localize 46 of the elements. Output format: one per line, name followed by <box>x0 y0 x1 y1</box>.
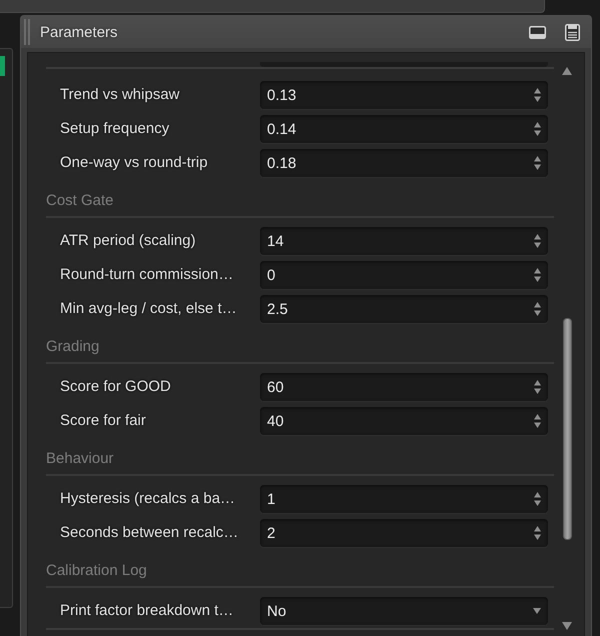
section-header: Cost Gate <box>46 192 114 209</box>
up-down-arrows-icon[interactable] <box>534 156 541 170</box>
section-header: Calibration Log <box>46 562 147 579</box>
panel-title: Parameters <box>40 24 118 40</box>
up-down-arrows-icon[interactable] <box>534 414 541 428</box>
input-field[interactable] <box>260 62 548 67</box>
field-label: Trend vs whipsaw <box>60 86 180 104</box>
field-label: Round-turn commission… <box>60 266 234 284</box>
number-field[interactable]: 0.14 <box>260 115 548 143</box>
field-label: Print factor breakdown t… <box>60 602 234 620</box>
number-field[interactable]: 0 <box>260 261 548 289</box>
caret-icon[interactable] <box>533 608 541 614</box>
field-label: One-way vs round-trip <box>60 154 208 172</box>
up-down-arrows-icon[interactable] <box>534 380 541 394</box>
up-down-arrows-icon[interactable] <box>534 234 541 248</box>
window-icon[interactable] <box>529 26 546 38</box>
field-label: Hysteresis (recalcs a ba… <box>60 490 236 508</box>
number-field[interactable]: 1 <box>260 485 548 513</box>
up-down-arrows-icon[interactable] <box>534 122 541 136</box>
up-down-arrows-icon[interactable] <box>534 268 541 282</box>
number-field[interactable]: 60 <box>260 373 548 401</box>
field-label: Score for GOOD <box>60 378 171 396</box>
number-field[interactable]: 14 <box>260 227 548 255</box>
field-label: Setup frequency <box>60 120 170 138</box>
up-down-arrows-icon[interactable] <box>534 526 541 540</box>
number-field[interactable]: 2 <box>260 519 548 547</box>
save-icon[interactable] <box>565 24 580 40</box>
field-label: ATR period (scaling) <box>60 232 196 250</box>
up-down-arrows-icon[interactable] <box>534 302 541 316</box>
dropdown[interactable]: No <box>260 597 548 625</box>
scrollbar-thumb[interactable] <box>562 318 572 540</box>
section-header: Behaviour <box>46 450 114 467</box>
field-label: Min avg-leg / cost, else t… <box>60 300 237 318</box>
up-down-arrows-icon[interactable] <box>534 88 541 102</box>
number-field[interactable]: 0.13 <box>260 81 548 109</box>
number-field[interactable]: 0.18 <box>260 149 548 177</box>
down-arrow-icon[interactable] <box>562 622 572 630</box>
up-arrow-icon[interactable] <box>562 67 572 75</box>
status-marker-icon <box>0 56 5 76</box>
section-header: Grading <box>46 338 100 355</box>
number-field[interactable]: 40 <box>260 407 548 435</box>
up-down-arrows-icon[interactable] <box>534 492 541 506</box>
field-label: Score for fair <box>60 412 146 430</box>
number-field[interactable]: 2.5 <box>260 295 548 323</box>
field-label: Seconds between recalc… <box>60 524 238 542</box>
grip-handle[interactable] <box>24 19 30 45</box>
